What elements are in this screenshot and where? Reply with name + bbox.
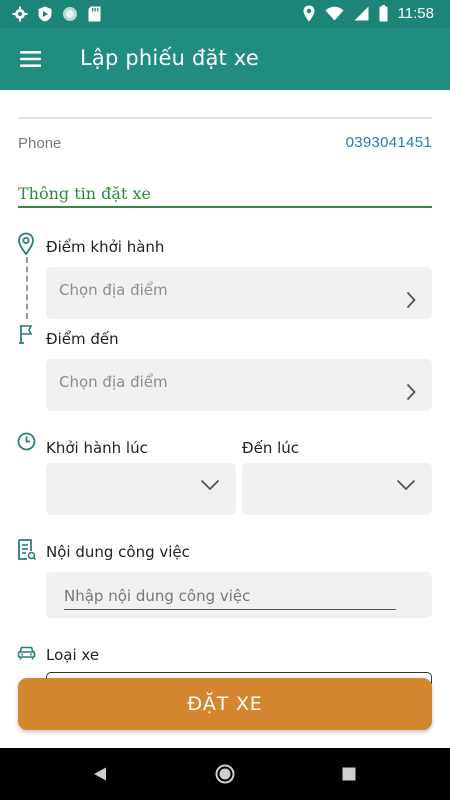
task-label: Nội dung công việc: [46, 543, 190, 561]
task-list-icon: [17, 539, 37, 566]
clock-icon: [17, 432, 36, 456]
chevron-right-icon: [406, 291, 416, 314]
clock-time: 11:58: [397, 5, 434, 22]
system-nav-bar: [0, 748, 450, 800]
location-icon: [303, 5, 315, 22]
top-divider: [18, 117, 432, 119]
status-icons-right: 11:58: [303, 5, 434, 22]
phone-label: Phone: [18, 135, 62, 152]
circle-icon: [62, 6, 78, 22]
task-input-underline: [64, 609, 396, 610]
page-title: Lập phiếu đặt xe: [80, 46, 259, 70]
signal-icon: [354, 6, 369, 21]
booking-section-title: Thông tin đặt xe: [18, 184, 151, 203]
depart-time-label: Khởi hành lúc: [46, 439, 148, 457]
flag-icon: [18, 324, 34, 349]
sd-card-icon: [88, 6, 101, 22]
arrive-time-label: Đến lúc: [242, 439, 300, 457]
route-dashed-line: [26, 257, 28, 319]
chevron-down-icon: [396, 478, 416, 496]
phone-value[interactable]: 0393041451: [346, 134, 432, 151]
destination-label: Điểm đến: [46, 330, 119, 348]
section-underline: [18, 206, 432, 208]
home-circle-icon[interactable]: [215, 764, 235, 789]
vehicle-label: Loại xe: [46, 646, 100, 664]
book-car-button[interactable]: ĐẶT XE: [18, 678, 432, 730]
hamburger-menu-icon[interactable]: [18, 46, 44, 72]
status-icons-left: [12, 6, 101, 22]
departure-label: Điểm khởi hành: [46, 238, 165, 256]
battery-icon: [379, 5, 388, 22]
task-input[interactable]: Nhập nội dung công việc: [46, 572, 432, 618]
depart-time-dropdown[interactable]: [46, 463, 236, 515]
departure-placeholder: Chọn địa điểm: [59, 281, 168, 299]
task-placeholder: Nhập nội dung công việc: [64, 587, 251, 605]
gear-icon: [12, 6, 28, 22]
status-bar: 11:58: [0, 0, 450, 28]
car-icon: [17, 645, 36, 666]
back-triangle-icon[interactable]: [92, 766, 108, 787]
shield-icon: [38, 6, 52, 22]
wifi-icon: [325, 6, 344, 21]
chevron-down-icon: [200, 478, 220, 496]
departure-select[interactable]: Chọn địa điểm: [46, 267, 432, 319]
app-bar: Lập phiếu đặt xe: [0, 28, 450, 90]
arrive-time-dropdown[interactable]: [242, 463, 432, 515]
destination-select[interactable]: Chọn địa điểm: [46, 359, 432, 411]
destination-placeholder: Chọn địa điểm: [59, 373, 168, 391]
chevron-right-icon: [406, 383, 416, 406]
recents-square-icon[interactable]: [342, 767, 356, 786]
